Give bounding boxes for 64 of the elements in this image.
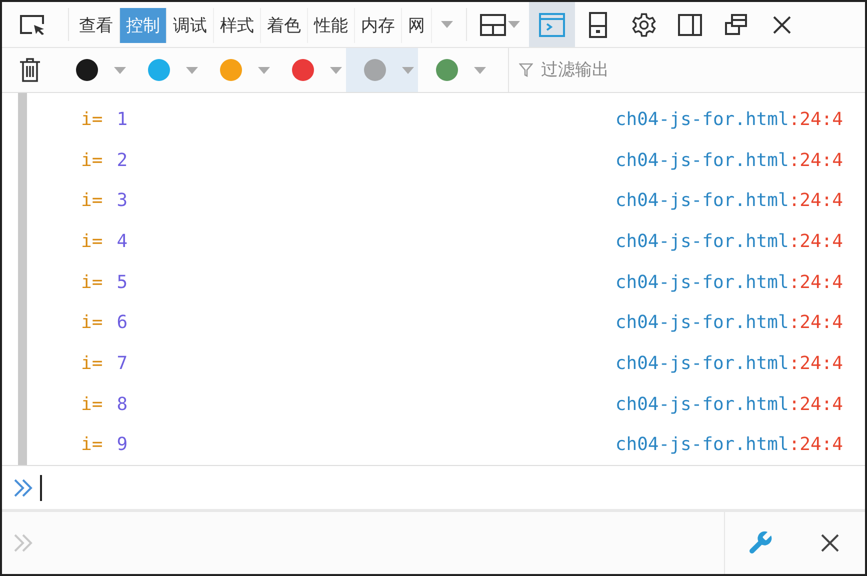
log-label: i=: [81, 150, 103, 171]
log-label: i=: [81, 272, 103, 293]
panel-tab[interactable]: 控制: [120, 8, 167, 43]
log-value: 1: [116, 108, 128, 130]
log-label: i=: [81, 352, 103, 374]
log-value: 3: [116, 190, 128, 212]
log-label: i=: [81, 312, 103, 334]
log-value: 8: [116, 394, 128, 415]
dock-side-icon: [678, 14, 702, 36]
log-value: 6: [116, 312, 128, 334]
settings-icon: [631, 12, 657, 38]
source-link[interactable]: ch04-js-for.html: [615, 150, 789, 171]
console-icon: [539, 12, 565, 36]
panel-tab[interactable]: 着色: [261, 8, 308, 43]
source-location: :24:4: [788, 394, 843, 415]
caret-icon: [402, 66, 414, 74]
log-value: 2: [116, 150, 128, 171]
panel-tab[interactable]: 内存: [355, 8, 402, 43]
source-link[interactable]: ch04-js-for.html: [615, 352, 789, 374]
filter-icon: [519, 63, 533, 77]
source-link[interactable]: ch04-js-for.html: [615, 434, 789, 456]
filter-field[interactable]: 过滤输出: [539, 59, 865, 81]
source-location: :24:4: [788, 272, 843, 293]
log-value: 7: [116, 352, 128, 374]
panel-tab[interactable]: 调试: [167, 8, 214, 43]
source-location: :24:4: [788, 190, 843, 212]
source-link[interactable]: ch04-js-for.html: [615, 108, 789, 130]
panel-tab[interactable]: 样式: [214, 8, 261, 43]
caret-icon: [474, 66, 486, 74]
caret-icon: [114, 66, 126, 74]
caret-icon: [330, 66, 342, 74]
source-link[interactable]: ch04-js-for.html: [615, 394, 789, 415]
source-link[interactable]: ch04-js-for.html: [615, 312, 789, 334]
source-location: :24:4: [788, 230, 843, 252]
log-label: i=: [81, 190, 103, 212]
source-link[interactable]: ch04-js-for.html: [615, 190, 789, 212]
windows-icon: [724, 14, 748, 36]
caret-icon: [258, 66, 270, 74]
log-value: 4: [116, 230, 128, 252]
inspect-icon: [19, 14, 47, 36]
log-value: 5: [116, 272, 128, 293]
close-icon: [772, 14, 792, 34]
source-link[interactable]: ch04-js-for.html: [615, 230, 789, 252]
panel-tab[interactable]: 性能: [308, 8, 355, 43]
source-location: :24:4: [788, 108, 843, 130]
trash-icon: [19, 57, 41, 83]
source-location: :24:4: [788, 150, 843, 171]
log-label: i=: [81, 230, 103, 252]
log-value: 9: [116, 434, 128, 456]
log-label: i=: [81, 434, 103, 456]
source-location: :24:4: [788, 352, 843, 374]
log-label: i=: [81, 394, 103, 415]
panel-tab[interactable]: 网: [402, 8, 432, 43]
caret-icon: [441, 21, 453, 28]
caret-icon: [508, 21, 520, 28]
source-location: :24:4: [788, 434, 843, 456]
text-cursor: [40, 474, 42, 501]
caret-icon: [186, 66, 198, 74]
layout-icon: [480, 14, 506, 36]
phone-icon: [589, 12, 607, 38]
source-link[interactable]: ch04-js-for.html: [615, 272, 789, 293]
log-label: i=: [81, 108, 103, 130]
close-icon: [820, 533, 840, 554]
source-location: :24:4: [788, 312, 843, 334]
